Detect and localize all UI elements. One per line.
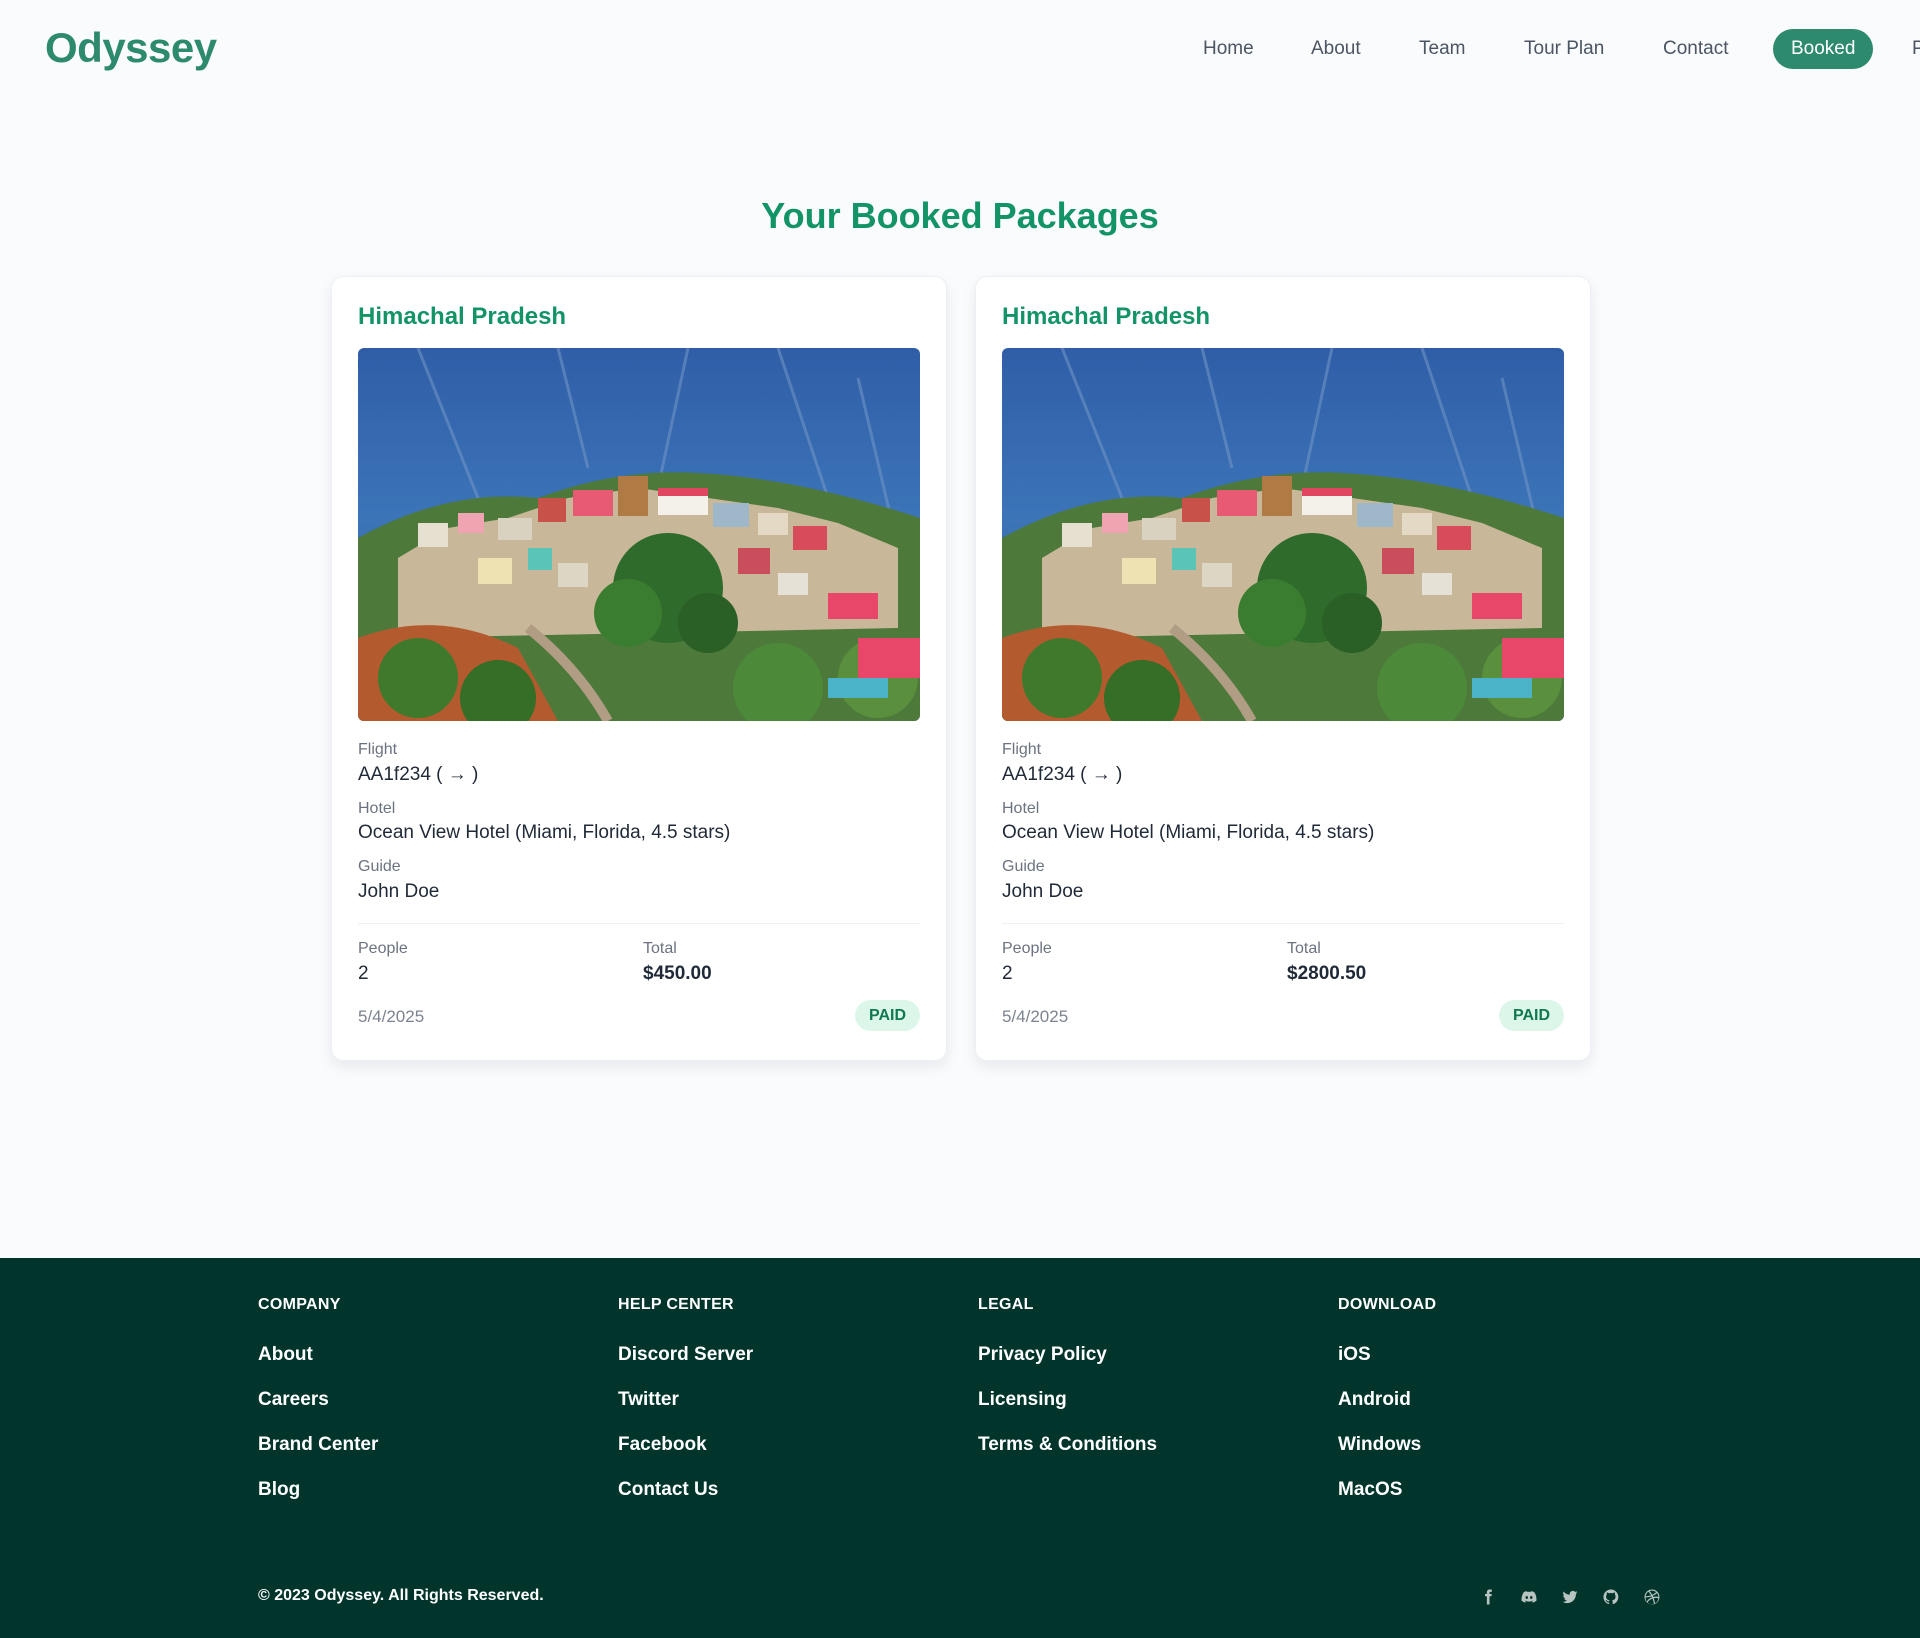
- footer-column-help-center: HELP CENTER Discord Server Twitter Faceb…: [618, 1296, 938, 1522]
- booking-date: 5/4/2025: [358, 1007, 425, 1026]
- flight-label: Flight: [1002, 741, 1042, 758]
- booking-card: Himachal Pradesh Flight AA1f234 (→) Ho…: [975, 276, 1591, 1061]
- card-divider: [358, 923, 920, 924]
- flight-value: AA1f234 ( → ): [1002, 764, 1123, 785]
- footer-link-contact-us[interactable]: Contact Us: [618, 1477, 938, 1522]
- footer-link-terms-conditions[interactable]: Terms & Conditions: [978, 1432, 1298, 1477]
- flight-label: Flight: [358, 741, 398, 758]
- footer-link-facebook[interactable]: Facebook: [618, 1432, 938, 1477]
- people-label: People: [358, 940, 408, 957]
- footer-link-about[interactable]: About: [258, 1342, 578, 1387]
- footer-heading: COMPANY: [258, 1296, 341, 1313]
- footer-column-legal: LEGAL Privacy Policy Licensing Terms & C…: [978, 1296, 1298, 1477]
- nav-team[interactable]: Team: [1401, 29, 1483, 69]
- facebook-icon[interactable]: [1476, 1585, 1500, 1609]
- hotel-value: Ocean View Hotel (Miami, Florida, 4.5 st…: [358, 822, 731, 843]
- booking-destination: Himachal Pradesh: [358, 303, 567, 330]
- footer-heading: LEGAL: [978, 1296, 1034, 1313]
- logo[interactable]: Odyssey: [45, 24, 217, 72]
- footer-link-twitter[interactable]: Twitter: [618, 1387, 938, 1432]
- guide-label: Guide: [358, 858, 401, 875]
- guide-value: John Doe: [358, 881, 440, 902]
- footer-link-privacy-policy[interactable]: Privacy Policy: [978, 1342, 1298, 1387]
- site-footer: COMPANY About Careers Brand Center Blog …: [0, 1258, 1920, 1638]
- footer-link-discord-server[interactable]: Discord Server: [618, 1342, 938, 1387]
- people-label: People: [1002, 940, 1052, 957]
- footer-link-ios[interactable]: iOS: [1338, 1342, 1658, 1387]
- twitter-icon[interactable]: [1558, 1585, 1582, 1609]
- hotel-label: Hotel: [1002, 800, 1040, 817]
- social-links: [1476, 1585, 1666, 1611]
- nav-booked[interactable]: Booked: [1773, 29, 1874, 69]
- footer-link-windows[interactable]: Windows: [1338, 1432, 1658, 1477]
- card-divider: [1002, 923, 1564, 924]
- status-badge: PAID: [854, 1000, 920, 1031]
- footer-link-macos[interactable]: MacOS: [1338, 1477, 1658, 1522]
- hotel-value: Ocean View Hotel (Miami, Florida, 4.5 st…: [1002, 822, 1375, 843]
- main-nav: Home About Team Tour Plan Contact Booked…: [1020, 29, 1920, 69]
- guide-label: Guide: [1002, 858, 1045, 875]
- total-value: $2800.50: [1287, 963, 1367, 984]
- mountain-village-photo: [1002, 348, 1564, 721]
- booking-date: 5/4/2025: [1002, 1007, 1069, 1026]
- footer-link-licensing[interactable]: Licensing: [978, 1387, 1298, 1432]
- booking-destination: Himachal Pradesh: [1002, 303, 1211, 330]
- nav-profile[interactable]: Profile: [1894, 29, 1920, 69]
- hotel-label: Hotel: [358, 800, 396, 817]
- guide-value: John Doe: [1002, 881, 1084, 902]
- total-label: Total: [1287, 940, 1321, 957]
- footer-column-download: DOWNLOAD iOS Android Windows MacOS: [1338, 1296, 1658, 1522]
- mountain-village-photo: [358, 348, 920, 721]
- footer-heading: DOWNLOAD: [1338, 1296, 1437, 1313]
- github-icon[interactable]: [1599, 1585, 1623, 1609]
- footer-column-company: COMPANY About Careers Brand Center Blog: [258, 1296, 578, 1522]
- footer-link-brand-center[interactable]: Brand Center: [258, 1432, 578, 1477]
- nav-tour-plan[interactable]: Tour Plan: [1506, 29, 1622, 69]
- nav-contact[interactable]: Contact: [1645, 29, 1746, 69]
- page-title: Your Booked Packages: [761, 195, 1159, 236]
- people-value: 2: [358, 963, 369, 984]
- site-header: Odyssey Home About Team Tour Plan Contac…: [0, 0, 1920, 100]
- nav-about[interactable]: About: [1293, 29, 1379, 69]
- footer-link-careers[interactable]: Careers: [258, 1387, 578, 1432]
- dribbble-icon[interactable]: [1640, 1585, 1664, 1609]
- status-badge: PAID: [1498, 1000, 1564, 1031]
- people-value: 2: [1002, 963, 1013, 984]
- booking-card: Himachal Pradesh Flight AA1f234 (→) Ho…: [331, 276, 947, 1061]
- footer-heading: HELP CENTER: [618, 1296, 734, 1313]
- total-label: Total: [643, 940, 677, 957]
- footer-link-android[interactable]: Android: [1338, 1387, 1658, 1432]
- total-value: $450.00: [643, 963, 712, 984]
- nav-home[interactable]: Home: [1185, 29, 1272, 69]
- footer-link-blog[interactable]: Blog: [258, 1477, 578, 1522]
- flight-value: AA1f234 ( → ): [358, 764, 479, 785]
- copyright: © 2023 Odyssey. All Rights Reserved.: [258, 1587, 544, 1604]
- discord-icon[interactable]: [1517, 1585, 1541, 1609]
